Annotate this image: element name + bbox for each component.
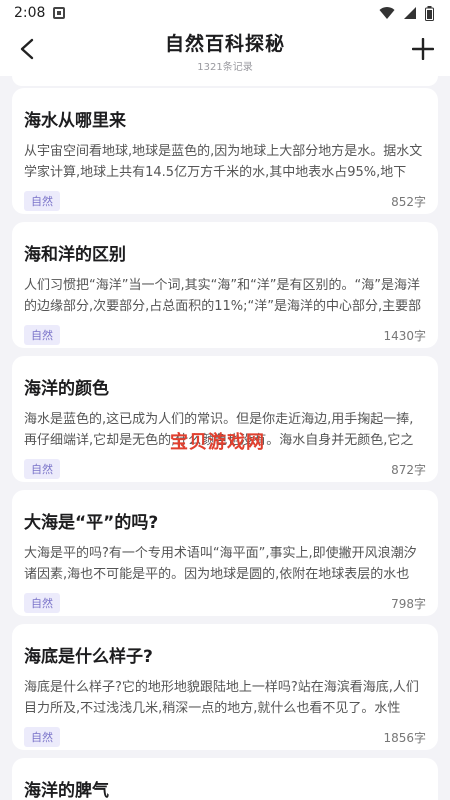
wifi-icon	[379, 7, 395, 20]
battery-icon	[425, 5, 434, 21]
add-button[interactable]	[408, 34, 438, 64]
category-tag[interactable]: 自然	[24, 459, 60, 479]
article-excerpt: 人们习惯把“海洋”当一个词,其实“海”和“洋”是有区别的。“海”是海洋的边缘部分…	[24, 278, 422, 314]
article-card[interactable]: 海洋的颜色 海水是蓝色的,这已成为人们的常识。但是你走近海边,用手掬起一捧,再仔…	[12, 356, 438, 482]
word-count: 872字	[391, 462, 426, 477]
article-card[interactable]: 海水从哪里来 从宇宙空间看地球,地球是蓝色的,因为地球上大部分地方是水。据水文学…	[12, 88, 438, 214]
status-time: 2:08	[14, 5, 46, 21]
category-tag[interactable]: 自然	[24, 593, 60, 613]
page-title: 自然百科探秘	[164, 33, 285, 55]
status-bar: 2:08	[0, 0, 450, 26]
article-card[interactable]: 海底是什么样子? 海底是什么样子?它的地形地貌跟陆地上一样吗?站在海滨看海底,人…	[12, 624, 438, 750]
notification-icon	[53, 7, 66, 19]
back-button[interactable]	[12, 34, 42, 64]
card-footer: 自然 1430字	[24, 325, 426, 345]
word-count: 852字	[391, 194, 426, 209]
article-title: 海和洋的区别	[24, 245, 126, 265]
app-header: 自然百科探秘 1321条记录	[0, 26, 450, 76]
card-footer: 自然 872字	[24, 459, 426, 479]
article-title: 大海是“平”的吗?	[24, 513, 159, 533]
article-title: 海底是什么样子?	[24, 647, 153, 667]
article-title: 海洋的脾气	[24, 781, 109, 800]
plus-icon	[412, 38, 434, 60]
article-excerpt: 从宇宙空间看地球,地球是蓝色的,因为地球上大部分地方是水。据水文学家计算,地球上…	[24, 144, 423, 180]
word-count: 1856字	[383, 730, 426, 745]
category-tag[interactable]: 自然	[24, 727, 60, 747]
article-title: 海水从哪里来	[24, 111, 126, 131]
card-partial-top	[12, 76, 438, 86]
article-excerpt: 大海是平的吗?有一个专用术语叫“海平面”,事实上,即使撇开风浪潮汐诸因素,海也不…	[24, 546, 417, 582]
record-count: 1321条记录	[197, 62, 253, 73]
title-block: 自然百科探秘 1321条记录	[165, 29, 285, 73]
word-count: 798字	[391, 596, 426, 611]
word-count: 1430字	[383, 328, 426, 343]
card-footer: 自然 852字	[24, 191, 426, 211]
card-footer: 自然 798字	[24, 593, 426, 613]
signal-icon	[404, 7, 416, 19]
article-excerpt: 海底是什么样子?它的地形地貌跟陆地上一样吗?站在海滨看海底,人们目力所及,不过浅…	[24, 680, 419, 716]
article-card[interactable]: 海和洋的区别 人们习惯把“海洋”当一个词,其实“海”和“洋”是有区别的。“海”是…	[12, 222, 438, 348]
card-footer: 自然 1856字	[24, 727, 426, 747]
back-arrow-icon	[20, 38, 34, 60]
watermark: 宝贝游戏网	[170, 432, 265, 453]
category-tag[interactable]: 自然	[24, 325, 60, 345]
article-card[interactable]: 海洋的脾气	[12, 758, 438, 800]
article-title: 海洋的颜色	[24, 379, 109, 399]
article-card[interactable]: 大海是“平”的吗? 大海是平的吗?有一个专用术语叫“海平面”,事实上,即使撇开风…	[12, 490, 438, 616]
category-tag[interactable]: 自然	[24, 191, 60, 211]
